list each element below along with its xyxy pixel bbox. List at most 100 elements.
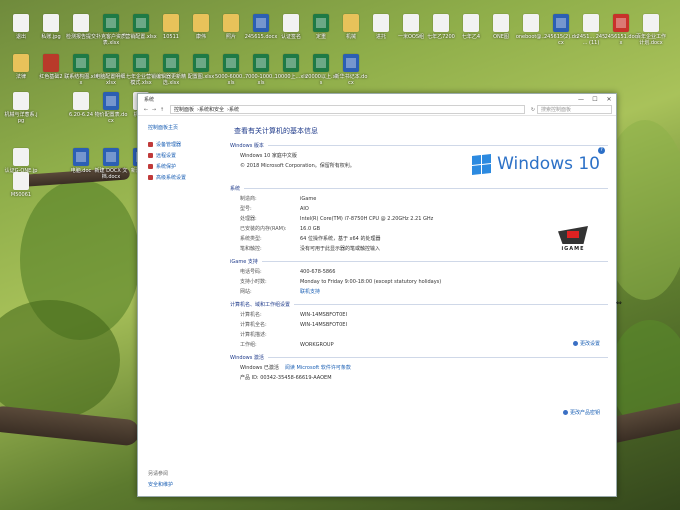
sidebar: 控制面板主页 设备管理器 远程设置 系统保护 高级系统设置 另请参阅 安全和维护 [138,116,224,496]
info-value: WIN-14MSBFOT0EI [300,312,347,318]
desktop-icon-label: 机械 [345,34,356,40]
shield-icon [572,341,578,346]
sidebar-item-system-protection[interactable]: 系统保护 [148,163,224,170]
back-arrow-icon[interactable]: ← [142,107,150,113]
change-product-key-link[interactable]: 更改产品密钥 [562,409,600,416]
file-file-icon [13,14,29,32]
search-input[interactable]: 搜索控制面板 [537,105,612,114]
desktop-icon-label: 电脑.doc [70,168,92,174]
desktop-icon[interactable]: 私账.jpg [34,14,68,40]
security-maintenance-link[interactable]: 安全和维护 [148,481,173,488]
desktop-icon[interactable]: 一米OOS组 [394,14,428,40]
info-row: 支持小时数: Monday to Friday 9:00-18:00 (excep… [240,279,608,285]
forward-arrow-icon[interactable]: → [150,107,158,113]
desktop-icon[interactable]: ONE图 [484,14,518,40]
excel-file-icon [223,54,239,72]
address-bar[interactable]: 控制面板 › 系统和安全 › 系统 [170,105,525,114]
breadcrumb-system[interactable]: 系统 [229,106,239,113]
desktop-icon[interactable]: 5000-6000...xls [214,54,248,86]
desktop-icon-label: 7000-1000...xls [244,74,278,86]
title-bar[interactable]: 系统 — ☐ ✕ [138,94,616,104]
desktop-icon[interactable]: 认证签名 [274,14,308,40]
desktop-icon[interactable]: 七年乙4 [454,14,488,40]
breadcrumb-system-security[interactable]: 系统和安全 [199,106,224,113]
desktop-icon[interactable]: 6.20-6.24 [64,92,98,118]
desktop-icon[interactable]: 法律 [4,54,38,80]
desktop-icon[interactable]: 2451... 245 ... (11) [574,14,608,46]
desktop-icon[interactable]: 20000以上.xls [304,54,338,86]
desktop-icon[interactable]: 百年企业工作计划.docx [634,14,668,46]
desktop-icon[interactable]: 机械与洋葱系.jpg [4,92,38,124]
desktop-icon[interactable]: 联系结构图.xlsx [64,54,98,86]
desktop-icon[interactable]: 七年乙7200 [424,14,458,40]
desktop-icon-label: 新华书记本.docx [334,74,368,86]
see-also-label: 另请参阅 [148,471,169,477]
sidebar-home-link[interactable]: 控制面板主页 [148,124,224,131]
desktop-icon[interactable]: 进托 [364,14,398,40]
desktop-icon[interactable]: 245615(2).docx [544,14,578,46]
desktop-icon[interactable]: 康伟 [184,14,218,40]
activation-status-row: Windows 已激活 阅读 Microsoft 软件许可条款 [240,365,351,371]
section-activation: Windows 激活 [230,354,608,361]
desktop-icon-label: 2456151.docx [604,34,638,46]
desktop-icon[interactable]: 营销配置.xlsx [124,14,158,40]
minimize-button[interactable]: — [574,96,588,103]
desktop-icon-label: 20000以上.xls [305,74,337,86]
file-file-icon [523,14,539,32]
desktop-icon[interactable]: 10000上...xls [274,54,308,80]
change-settings-link[interactable]: 更改设置 [572,340,600,347]
word-file-icon [253,14,269,32]
desktop-icon-label: 物价配置表.docx [94,112,128,124]
desktop-icon-label: 定重 [315,34,326,40]
sidebar-item-advanced-settings[interactable]: 高级系统设置 [148,174,224,181]
desktop-icon-label: 营销配置.xlsx [125,34,157,40]
info-key: 网站: [240,289,252,295]
shield-icon [562,410,568,415]
desktop-icon[interactable]: 检测报告提交 [64,14,98,40]
desktop-icon[interactable]: 定重 [304,14,338,40]
breadcrumb-control-panel[interactable]: 控制面板 [174,106,194,113]
desktop-icon[interactable]: 7000-1000...xls [244,54,278,86]
sidebar-item-device-manager[interactable]: 设备管理器 [148,141,224,148]
desktop-icon[interactable]: 配置图.xlsx [184,54,218,80]
main-panel: ? 查看有关计算机的基本信息 Windows 版本 Windows 10 家庭中… [230,116,608,496]
desktop-icon-label: 法律 [15,74,26,80]
desktop-icon[interactable]: 新华书记本.docx [334,54,368,86]
desktop-icon[interactable]: 物价配置表.docx [94,92,128,124]
desktop-icon[interactable]: 编辑器更新精选.xlsx [154,54,188,86]
desktop-icon[interactable]: 245615.docx [244,14,278,40]
excel-file-icon [193,54,209,72]
license-terms-link[interactable]: 阅读 Microsoft 软件许可条款 [285,365,351,371]
desktop-icon[interactable]: 10511 [154,14,188,40]
desktop-icon-label: 退出 [15,34,26,40]
desktop-icon[interactable]: M50061 [4,172,38,198]
word-file-icon [103,148,119,166]
refresh-icon[interactable]: ↻ [529,107,537,113]
help-icon[interactable]: ? [598,147,605,154]
up-arrow-icon[interactable]: ↑ [158,107,166,113]
folder-file-icon [343,14,359,32]
desktop-icon[interactable]: oneboot@... [514,14,548,40]
windows-flag-icon [472,153,492,175]
desktop-icon-label: 认证签名 [280,34,301,40]
maximize-button[interactable]: ☐ [588,96,602,103]
desktop-icon[interactable]: 机械 [334,14,368,40]
close-button[interactable]: ✕ [602,96,616,103]
desktop-icon[interactable]: 电脑.doc [64,148,98,174]
desktop-icon[interactable]: 红色基础2 [34,54,68,80]
desktop-icon-label: 照片 [225,34,236,40]
search-placeholder: 搜索控制面板 [541,107,572,113]
desktop-icon-label: 私账.jpg [41,34,61,40]
sidebar-item-remote-settings[interactable]: 远程设置 [148,152,224,159]
desktop-icon[interactable]: 新建 DOCX 文档.docx [94,148,128,180]
desktop-icon[interactable]: 2456151.docx [604,14,638,46]
desktop-icon[interactable]: 七年企业营销模式.xlsx [124,54,158,86]
desktop-icon[interactable]: 退出 [4,14,38,40]
desktop-icon[interactable]: 电脑配置明细.xlsx [94,54,128,86]
desktop-icon[interactable]: 照片 [214,14,248,40]
desktop-icon-label: 6.20-6.24 [68,112,94,118]
online-support-link[interactable]: 联机支持 [300,289,608,295]
desktop-icon-label: 10000上...xls [274,74,308,80]
file-file-icon [73,14,89,32]
desktop-icon[interactable]: 扑克客户资质表.xlsx [94,14,128,46]
